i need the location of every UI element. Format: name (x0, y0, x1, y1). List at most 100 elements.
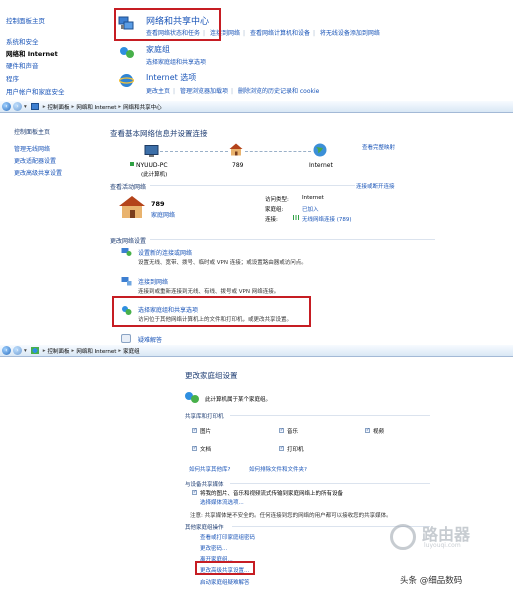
crumb-homegroup[interactable]: 家庭组 (123, 347, 140, 355)
wireless-connection-link[interactable]: 无线网络连接 (789) (302, 215, 352, 223)
share-media-label: 与设备共享媒体 (185, 482, 224, 488)
troubleshoot-icon (121, 334, 131, 343)
printers-checkbox[interactable]: ✓ (279, 446, 284, 451)
homegroup-heading: 更改家庭组设置 (185, 371, 238, 380)
homegroup-icon (119, 45, 135, 60)
crumb-control-panel-2[interactable]: 控制面板 (48, 347, 70, 355)
map-line-1 (160, 151, 228, 152)
address-bar-network-center: ‹ › ▾ ▸ 控制面板 ▸ 网络和 Internet ▸ 网络和共享中心 (0, 101, 513, 113)
homegroup-title[interactable]: 家庭组 (146, 44, 170, 55)
setup-connection-link[interactable]: 设置新的连接或网络 (138, 248, 192, 257)
forward-button-2[interactable]: › (13, 346, 22, 355)
nav-system-security[interactable]: 系统和安全 (6, 36, 39, 46)
crumb-control-panel[interactable]: 控制面板 (48, 103, 70, 111)
cp-left-pane: 控制面板主页 系统和安全 网络和 Internet 硬件和声音 程序 用户帐户和… (0, 0, 104, 104)
media-stream-checkbox[interactable]: ✓ (192, 490, 197, 495)
add-wireless-link[interactable]: 将无线设备添加到网络 (320, 30, 380, 37)
full-map-link[interactable]: 查看完整映射 (362, 143, 395, 151)
chevron-down-icon-2[interactable]: ▾ (22, 348, 29, 354)
homegroup-options-link[interactable]: 选择家庭组和共享选项 (146, 57, 206, 66)
map-internet-label: Internet (309, 162, 333, 169)
homegroup-troubleshoot-link[interactable]: 启动家庭组疑难解答 (200, 578, 250, 586)
chevron-down-icon[interactable]: ▾ (22, 104, 29, 110)
documents-checkbox[interactable]: ✓ (192, 446, 197, 451)
nav-network-internet[interactable]: 网络和 Internet (6, 48, 58, 58)
nav-hardware-sound[interactable]: 硬件和声音 (6, 60, 39, 70)
internet-options-links: 更改主页 | 管理浏览器加载项 | 删除浏览的历史记录和 cookie (146, 88, 320, 95)
crumb-network-internet-2[interactable]: 网络和 Internet (76, 347, 116, 355)
setup-connection-desc: 设置无线、宽带、拨号、临时或 VPN 连接；或设置路由器或访问点。 (138, 260, 307, 266)
documents-label: 文档 (200, 447, 212, 453)
forward-button[interactable]: › (13, 102, 22, 111)
cp-home-link[interactable]: 控制面板主页 (6, 15, 45, 25)
watermark-site: luyouqi.com (424, 542, 461, 549)
wireless-signal-icon (293, 215, 299, 220)
internet-options-icon (118, 73, 135, 88)
pictures-label: 图片 (200, 429, 212, 435)
access-type-label: 访问类型: (265, 197, 289, 203)
manage-wireless-link[interactable]: 管理无线网络 (14, 144, 50, 153)
troubleshoot-link[interactable]: 疑难解答 (138, 335, 162, 344)
homegroup-label: 家庭组: (265, 207, 284, 213)
signal-icon (130, 162, 134, 166)
view-computers-link[interactable]: 查看网络计算机和设备 (250, 30, 310, 37)
crumb-network-center[interactable]: 网络和共享中心 (123, 103, 162, 111)
watermark-logo: 路由器 luyouqi.com (390, 518, 502, 562)
ncs-cp-home-link[interactable]: 控制面板主页 (14, 127, 50, 136)
back-button-2[interactable]: ‹ (2, 346, 11, 355)
pictures-checkbox[interactable]: ✓ (192, 428, 197, 433)
network-type-link[interactable]: 家庭网络 (151, 210, 175, 219)
change-adapter-link[interactable]: 更改适配器设置 (14, 156, 56, 165)
music-label: 音乐 (287, 429, 299, 435)
media-security-note: 注意: 共享媒体是不安全的。任何连接到您的网络的用户都可以接收您的共享媒体。 (190, 513, 392, 519)
house-icon-large (118, 195, 146, 219)
homegroup-joined-link[interactable]: 已加入 (302, 205, 319, 213)
highlight-advanced-sharing (195, 561, 255, 575)
divider-2 (150, 239, 435, 240)
highlight-homegroup-options (112, 296, 311, 327)
connect-disconnect-link[interactable]: 连接或断开连接 (356, 182, 395, 190)
media-stream-options-link[interactable]: 选择媒体流选项... (200, 498, 244, 506)
crumb-network-internet[interactable]: 网络和 Internet (76, 103, 116, 111)
media-stream-label: 将我的图片、音乐和视频流式传输到家庭网络上的所有设备 (200, 491, 344, 497)
active-networks-label: 查看活动网络 (110, 184, 147, 191)
homegroup-status-icon (184, 390, 200, 405)
ncs-left-pane: 控制面板主页 管理无线网络 更改适配器设置 更改高级共享设置 (0, 114, 100, 344)
nav-programs[interactable]: 程序 (6, 73, 19, 83)
address-bar-homegroup: ‹ › ▾ ▸ 控制面板 ▸ 网络和 Internet ▸ 家庭组 (0, 345, 513, 357)
view-password-link[interactable]: 查看或打印家庭组密码 (200, 533, 255, 541)
change-advanced-sharing-link[interactable]: 更改高级共享设置 (14, 168, 62, 177)
composite-screenshot: 控制面板主页 系统和安全 网络和 Internet 硬件和声音 程序 用户帐户和… (0, 0, 513, 600)
back-button[interactable]: ‹ (2, 102, 11, 111)
other-actions-label: 其他家庭组操作 (185, 525, 224, 531)
ncs-heading: 查看基本网络信息并设置连接 (110, 129, 208, 138)
pc-name: NYUUD-PC (136, 162, 168, 169)
globe-icon (313, 143, 327, 157)
computer-icon (144, 145, 159, 158)
videos-label: 视频 (373, 429, 385, 435)
divider-3 (230, 415, 430, 416)
nav-user-accounts[interactable]: 用户帐户和家庭安全 (6, 86, 65, 96)
manage-addons-link[interactable]: 管理浏览器加载项 (180, 88, 228, 95)
router-logo-icon (390, 524, 416, 550)
change-password-link[interactable]: 更改密码... (200, 544, 227, 552)
connect-to-network-link[interactable]: 连接到网络 (138, 277, 168, 286)
highlight-network-center (114, 8, 221, 41)
homegroup-status: 此计算机属于某个家庭组。 (205, 397, 272, 403)
homegroup-icon-small (30, 347, 39, 354)
printers-label: 打印机 (287, 447, 304, 453)
watermark-author: 头条 @细品数码 (400, 576, 463, 586)
network-center-icon-small (30, 103, 39, 110)
pc-sub: (此计算机) (141, 172, 168, 178)
internet-options-title[interactable]: Internet 选项 (146, 72, 196, 83)
share-libraries-label: 共享库和打印机 (185, 414, 224, 420)
change-homepage-link[interactable]: 更改主页 (146, 88, 170, 95)
active-network-name: 789 (151, 200, 165, 208)
new-connection-icon (121, 247, 132, 257)
exclude-files-link[interactable]: 如何排除文件和文件夹? (249, 465, 307, 473)
delete-history-link[interactable]: 删除浏览的历史记录和 cookie (238, 88, 319, 95)
connect-to-network-desc: 连接到或重新连接到无线、有线、拨号或 VPN 网络连接。 (138, 289, 280, 295)
music-checkbox[interactable]: ✓ (279, 428, 284, 433)
videos-checkbox[interactable]: ✓ (365, 428, 370, 433)
share-other-libraries-link[interactable]: 如何共享其他库? (189, 465, 230, 473)
